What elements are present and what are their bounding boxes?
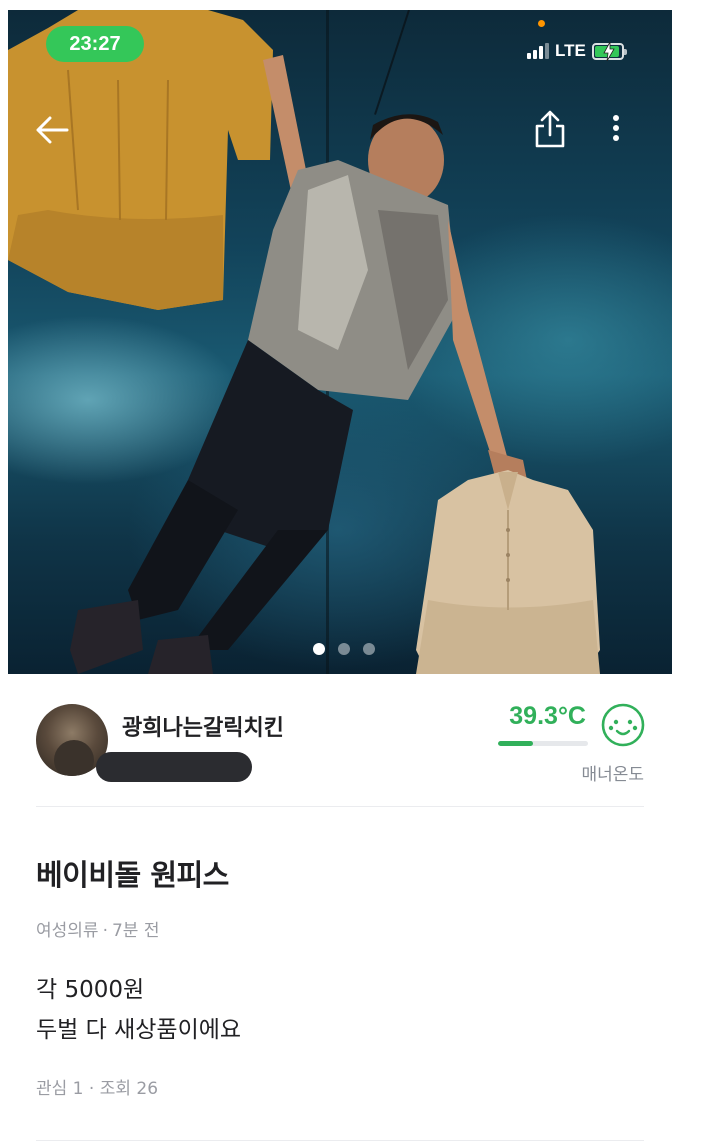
- manner-temperature-label[interactable]: 매너온도: [581, 760, 644, 785]
- manner-temperature-bar: [498, 741, 588, 746]
- status-time: 23:27: [46, 26, 144, 62]
- carousel-dot-2[interactable]: [338, 643, 350, 655]
- smile-face-icon: [601, 703, 645, 747]
- section-divider: [36, 806, 644, 807]
- battery-icon: [591, 41, 627, 61]
- back-button[interactable]: [30, 110, 74, 150]
- more-options-button[interactable]: [600, 108, 632, 148]
- section-divider-bottom: [36, 1140, 644, 1141]
- status-indicators: LTE: [527, 38, 627, 64]
- more-vertical-icon: [613, 115, 619, 141]
- post-stats: 관심 1 · 조회 26: [36, 1079, 159, 1099]
- description-line: 두벌 다 새상품이에요: [36, 1017, 242, 1043]
- recording-dot-icon: [538, 20, 545, 27]
- share-icon: [535, 110, 565, 148]
- post-time: 7분 전: [111, 921, 160, 941]
- interest-count: 관심 1: [36, 1079, 84, 1099]
- photo-figure: [8, 10, 600, 674]
- manner-temperature-fill: [498, 741, 534, 746]
- post-meta: 여성의류 · 7분 전: [36, 921, 160, 941]
- carousel-indicator: [313, 643, 375, 655]
- post-title: 베이비돌 원피스: [36, 858, 229, 892]
- seller-profile[interactable]: 광희나는갈릭치킨 39.3°C 매너온도: [36, 700, 646, 790]
- share-button[interactable]: [528, 106, 572, 152]
- post-description: 각 5000원 두벌 다 새상품이에요: [36, 970, 241, 1050]
- seller-nickname[interactable]: 광희나는갈릭치킨: [122, 710, 284, 742]
- product-photo[interactable]: [8, 10, 672, 674]
- redaction-bar: [96, 752, 252, 782]
- network-type: LTE: [555, 41, 586, 60]
- post-category[interactable]: 여성의류: [36, 921, 99, 941]
- carousel-dot-1[interactable]: [313, 643, 325, 655]
- signal-icon: [527, 43, 549, 59]
- description-line: 각 5000원: [36, 977, 145, 1003]
- carousel-dot-3[interactable]: [363, 643, 375, 655]
- product-detail-screen: 23:27 LTE 광희나는갈릭치킨 39.3°C 매너온도 베이비돌 원피스 …: [0, 0, 711, 1144]
- manner-temperature: 39.3°C: [509, 702, 586, 730]
- arrow-left-icon: [36, 116, 69, 144]
- view-count: 조회 26: [99, 1079, 159, 1099]
